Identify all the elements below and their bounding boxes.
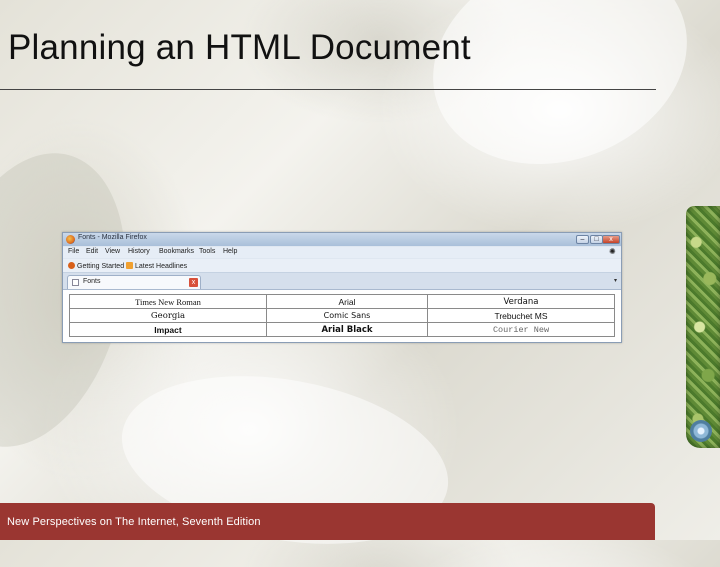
close-button[interactable]: x [602, 235, 620, 244]
table-cell: Arial [266, 294, 428, 309]
tab-fonts[interactable]: Fonts x [67, 275, 201, 289]
table-cell: Arial Black [266, 322, 428, 337]
chevron-down-icon[interactable]: ▾ [614, 277, 617, 284]
window-titlebar: Fonts - Mozilla Firefox – □ x [63, 233, 621, 246]
page-icon [72, 279, 79, 286]
bookmark-label: Getting Started [77, 263, 125, 270]
minimize-button[interactable]: – [576, 235, 589, 244]
menu-edit[interactable]: Edit [86, 248, 98, 255]
table-cell: Trebuchet MS [427, 308, 615, 323]
table-row: Impact Arial Black Courier New [69, 322, 615, 337]
title-divider [0, 89, 656, 90]
flower-decoration [690, 420, 712, 442]
bookmark-getting-started[interactable]: Getting Started [68, 262, 124, 270]
table-cell: Georgia [69, 308, 267, 323]
browser-window-screenshot: Fonts - Mozilla Firefox – □ x File Edit … [62, 232, 622, 343]
bookmarks-toolbar: Getting Started Latest Headlines [63, 259, 621, 273]
page-content: Times New Roman Arial Verdana Georgia Co… [63, 290, 621, 342]
table-row: Times New Roman Arial Verdana [69, 294, 615, 309]
table-cell: Times New Roman [69, 294, 267, 309]
menu-bookmarks[interactable]: Bookmarks [159, 248, 194, 255]
window-title: Fonts - Mozilla Firefox [78, 234, 147, 241]
tab-close-icon[interactable]: x [189, 278, 198, 287]
table-row: Georgia Comic Sans Trebuchet MS [69, 308, 615, 323]
footer-text: New Perspectives on The Internet, Sevent… [7, 516, 261, 528]
menu-view[interactable]: View [105, 248, 120, 255]
rss-feed-icon [126, 262, 133, 269]
menu-tools[interactable]: Tools [199, 248, 215, 255]
plant-decoration [686, 206, 720, 448]
footer-bar: New Perspectives on The Internet, Sevent… [0, 503, 655, 540]
table-cell: Courier New [427, 322, 615, 337]
firefox-icon [68, 262, 75, 269]
menu-help[interactable]: Help [223, 248, 237, 255]
bookmark-latest-headlines[interactable]: Latest Headlines [126, 262, 187, 270]
font-samples-table: Times New Roman Arial Verdana Georgia Co… [69, 294, 615, 337]
tab-bar: Fonts x ▾ [63, 273, 621, 290]
tab-label: Fonts [83, 278, 101, 285]
firefox-icon [66, 235, 75, 244]
throbber-icon: ✺ [609, 247, 616, 256]
table-cell: Impact [69, 322, 267, 337]
table-cell: Verdana [427, 294, 615, 309]
menu-file[interactable]: File [68, 248, 79, 255]
menu-history[interactable]: History [128, 248, 150, 255]
slide-title: Planning an HTML Document [8, 28, 471, 67]
table-cell: Comic Sans [266, 308, 428, 323]
menu-bar: File Edit View History Bookmarks Tools H… [63, 247, 621, 258]
bookmark-label: Latest Headlines [135, 263, 188, 270]
